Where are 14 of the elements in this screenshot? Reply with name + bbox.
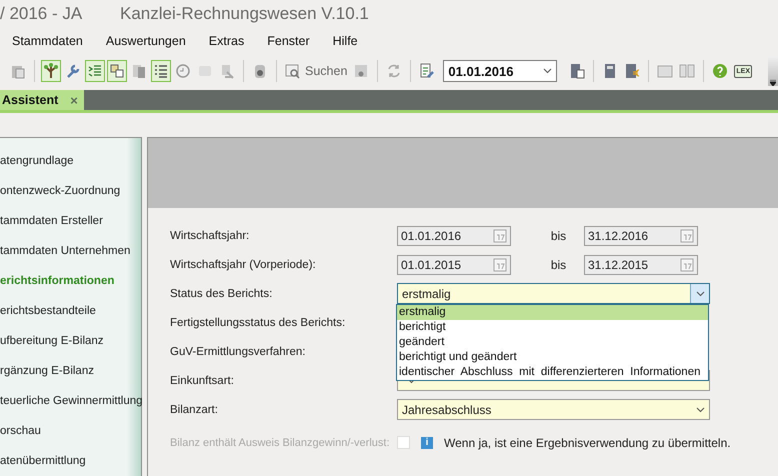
field-label: Fertigstellungsstatus des Berichts: <box>170 316 346 328</box>
info-icon: i <box>421 436 433 448</box>
field-label: Einkunftsart: <box>170 374 235 386</box>
window-title: / 2016 - JA <box>0 4 84 24</box>
range-separator: bis <box>550 258 568 272</box>
field-label: Bilanzart: <box>170 404 219 416</box>
field-label: GuV-Ermittlungsverfahren: <box>170 346 307 358</box>
field-label: Status des Berichts: <box>170 288 274 300</box>
field-label: Wirtschaftsjahr: <box>170 230 250 242</box>
app-title: Kanzlei-Rechnungswesen V.10.1 <box>120 4 369 24</box>
field-label: Bilanz enthält Ausweis Bilanzgewinn/-verlust: <box>170 436 391 448</box>
field-label: Wirtschaftsjahr (Vorperiode): <box>170 258 317 270</box>
range-separator: bis <box>550 228 568 242</box>
hint-text: Wenn ja, ist eine Ergebnisverwendung zu übermitteln. <box>444 436 731 450</box>
